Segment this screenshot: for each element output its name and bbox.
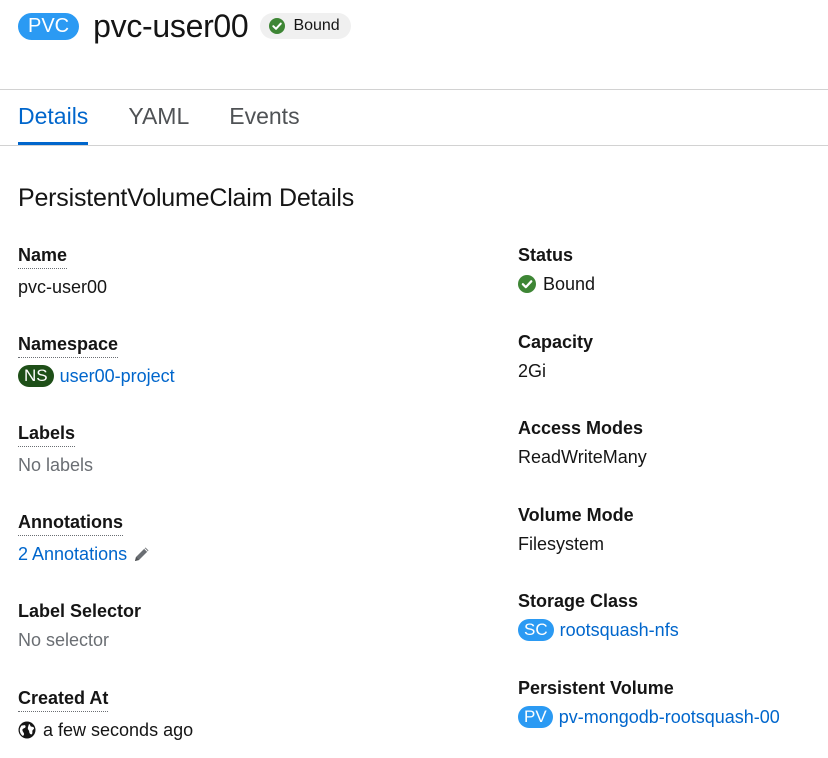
annotations-value: 2 Annotations [18, 543, 151, 565]
storage-class-label: Storage Class [518, 591, 639, 611]
pencil-icon[interactable] [133, 545, 151, 563]
tabs-divider [0, 145, 828, 146]
name-label[interactable]: Name [18, 244, 68, 269]
field-namespace: Namespace NS user00-project [18, 333, 175, 387]
storage-class-badge: SC [518, 619, 554, 641]
persistent-volume-badge: PV [518, 706, 553, 728]
label-selector-value: No selector [18, 630, 110, 650]
globe-icon [18, 721, 36, 739]
persistent-volume-link[interactable]: pv-mongodb-rootsquash-00 [559, 706, 780, 728]
namespace-value: NS user00-project [18, 365, 175, 387]
field-label-selector: Label Selector No selector [18, 600, 141, 651]
field-storage-class: Storage Class SC rootsquash-nfs [518, 590, 679, 641]
status-badge-label: Bound [293, 17, 340, 34]
field-name: Name pvc-user00 [18, 244, 107, 298]
section-title: PersistentVolumeClaim Details [18, 184, 354, 212]
check-circle-icon [269, 18, 286, 34]
field-access-modes: Access Modes ReadWriteMany [518, 417, 647, 468]
name-value: pvc-user00 [18, 277, 108, 297]
tab-events[interactable]: Events [229, 90, 299, 145]
annotations-link[interactable]: 2 Annotations [18, 543, 127, 565]
field-labels: Labels No labels [18, 422, 93, 476]
namespace-label[interactable]: Namespace [18, 333, 119, 358]
tab-details[interactable]: Details [18, 90, 89, 145]
created-at-label[interactable]: Created At [18, 687, 109, 712]
namespace-badge: NS [18, 365, 54, 387]
resource-kind-badge: PVC [18, 12, 80, 40]
volume-mode-label: Volume Mode [518, 505, 634, 525]
check-circle-icon [518, 275, 536, 293]
status-text: Bound [543, 274, 596, 294]
labels-value: No labels [18, 455, 94, 475]
status-value: Bound [518, 273, 595, 295]
namespace-link[interactable]: user00-project [60, 365, 175, 387]
field-annotations: Annotations 2 Annotations [18, 511, 151, 565]
field-status: Status Bound [518, 244, 595, 295]
status-label: Status [518, 245, 574, 265]
persistent-volume-label: Persistent Volume [518, 678, 674, 698]
access-modes-label: Access Modes [518, 418, 644, 438]
field-volume-mode: Volume Mode Filesystem [518, 504, 634, 555]
capacity-value: 2Gi [518, 361, 547, 381]
field-persistent-volume: Persistent Volume PV pv-mongodb-rootsqua… [518, 677, 780, 728]
status-badge: Bound [260, 13, 351, 39]
storage-class-value: SC rootsquash-nfs [518, 619, 679, 641]
labels-label[interactable]: Labels [18, 422, 76, 447]
annotations-label[interactable]: Annotations [18, 511, 123, 536]
persistent-volume-value: PV pv-mongodb-rootsquash-00 [518, 706, 780, 728]
tab-yaml[interactable]: YAML [128, 90, 189, 145]
page-header: PVC pvc-user00 Bound [18, 6, 351, 46]
label-selector-label: Label Selector [18, 601, 142, 621]
storage-class-link[interactable]: rootsquash-nfs [560, 619, 679, 641]
created-at-text: a few seconds ago [43, 720, 194, 740]
field-capacity: Capacity 2Gi [518, 331, 593, 382]
created-at-value: a few seconds ago [18, 719, 193, 741]
capacity-label: Capacity [518, 332, 594, 352]
field-created-at: Created At a few seconds ago [18, 687, 193, 741]
tab-bar: Details YAML Events [18, 90, 340, 145]
access-modes-value: ReadWriteMany [518, 447, 647, 467]
volume-mode-value: Filesystem [518, 534, 605, 554]
page-title: pvc-user00 [93, 7, 249, 44]
